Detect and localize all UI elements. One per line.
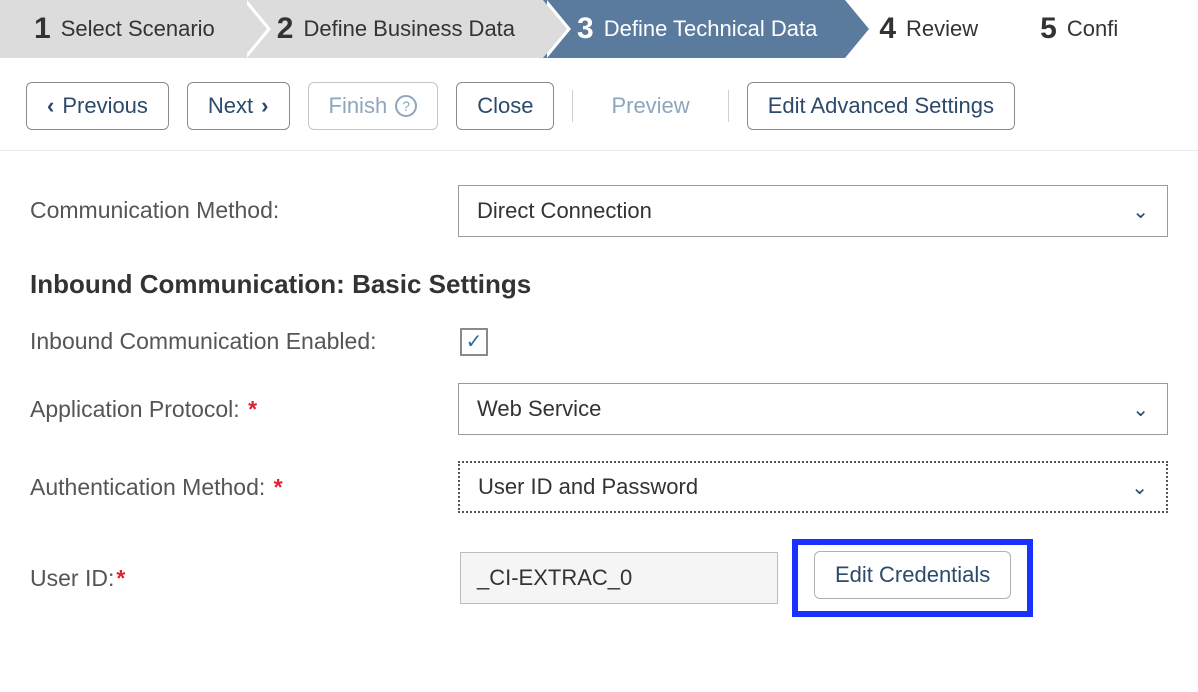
button-label: Finish bbox=[329, 93, 388, 119]
step-3[interactable]: 3 Define Technical Data bbox=[543, 0, 845, 58]
finish-button: Finish ? bbox=[308, 82, 439, 130]
chevron-left-icon: ‹ bbox=[47, 93, 54, 119]
required-indicator: * bbox=[116, 565, 125, 591]
step-label: Define Technical Data bbox=[604, 16, 818, 42]
wizard-stepper: 1 Select Scenario 2 Define Business Data… bbox=[0, 0, 1198, 58]
application-protocol-label: Application Protocol: * bbox=[30, 394, 458, 425]
check-icon: ✓ bbox=[466, 329, 483, 354]
button-label: Edit Credentials bbox=[835, 562, 990, 588]
step-label: Confi bbox=[1067, 16, 1118, 42]
preview-button: Preview bbox=[591, 82, 709, 130]
select-value: Web Service bbox=[477, 396, 601, 422]
select-value: User ID and Password bbox=[478, 474, 698, 500]
previous-button[interactable]: ‹ Previous bbox=[26, 82, 169, 130]
button-label: Next bbox=[208, 93, 253, 119]
next-button[interactable]: Next › bbox=[187, 82, 290, 130]
step-number: 5 bbox=[1040, 12, 1057, 46]
button-label: Preview bbox=[611, 93, 689, 119]
form-content: Communication Method: Direct Connection … bbox=[0, 151, 1198, 673]
step-1[interactable]: 1 Select Scenario bbox=[0, 0, 243, 58]
application-protocol-select[interactable]: Web Service ⌄ bbox=[458, 383, 1168, 435]
step-number: 3 bbox=[577, 12, 594, 46]
separator bbox=[728, 90, 729, 122]
user-id-label: User ID:* bbox=[30, 563, 460, 594]
communication-method-label: Communication Method: bbox=[30, 195, 458, 226]
inbound-enabled-checkbox[interactable]: ✓ bbox=[460, 328, 488, 356]
chevron-down-icon: ⌄ bbox=[1132, 397, 1149, 422]
required-indicator: * bbox=[248, 396, 257, 422]
communication-method-select[interactable]: Direct Connection ⌄ bbox=[458, 185, 1168, 237]
user-id-field: _CI-EXTRAC_0 bbox=[460, 552, 778, 604]
edit-credentials-highlight: Edit Credentials bbox=[792, 539, 1033, 617]
authentication-method-select[interactable]: User ID and Password ⌄ bbox=[458, 461, 1168, 513]
edit-advanced-settings-button[interactable]: Edit Advanced Settings bbox=[747, 82, 1015, 130]
step-label: Review bbox=[906, 16, 978, 42]
button-label: Previous bbox=[62, 93, 148, 119]
step-label: Select Scenario bbox=[61, 16, 215, 42]
required-indicator: * bbox=[274, 474, 283, 500]
step-label: Define Business Data bbox=[303, 16, 515, 42]
button-label: Edit Advanced Settings bbox=[768, 93, 994, 119]
select-value: Direct Connection bbox=[477, 198, 652, 224]
close-button[interactable]: Close bbox=[456, 82, 554, 130]
edit-credentials-button[interactable]: Edit Credentials bbox=[814, 551, 1011, 599]
separator bbox=[572, 90, 573, 122]
user-id-value: _CI-EXTRAC_0 bbox=[477, 565, 632, 591]
toolbar: ‹ Previous Next › Finish ? Close Preview… bbox=[0, 58, 1198, 151]
chevron-down-icon: ⌄ bbox=[1132, 199, 1149, 224]
step-2[interactable]: 2 Define Business Data bbox=[243, 0, 543, 58]
help-icon: ? bbox=[395, 95, 417, 117]
section-title: Inbound Communication: Basic Settings bbox=[30, 269, 1168, 300]
step-number: 2 bbox=[277, 12, 294, 46]
chevron-right-icon: › bbox=[261, 93, 268, 119]
step-number: 1 bbox=[34, 12, 51, 46]
chevron-down-icon: ⌄ bbox=[1131, 475, 1148, 500]
authentication-method-label: Authentication Method: * bbox=[30, 472, 458, 503]
button-label: Close bbox=[477, 93, 533, 119]
step-number: 4 bbox=[879, 12, 896, 46]
inbound-enabled-label: Inbound Communication Enabled: bbox=[30, 326, 460, 357]
